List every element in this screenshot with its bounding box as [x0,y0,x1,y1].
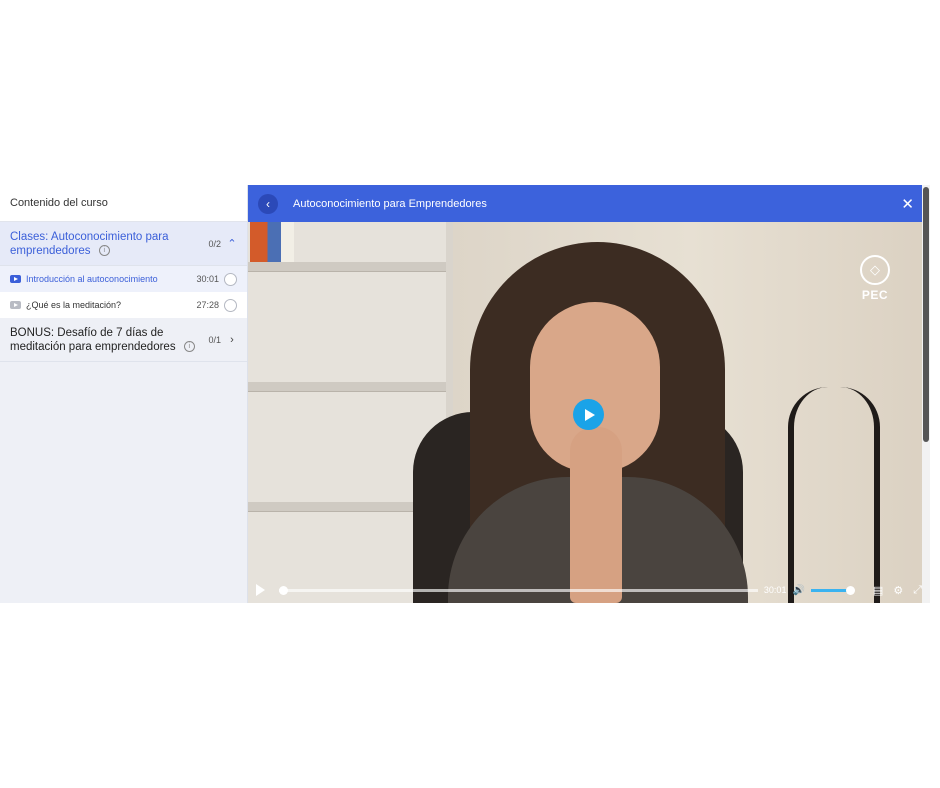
lesson-complete-checkbox[interactable] [224,272,237,286]
sidebar-header: Contenido del curso [0,185,247,222]
info-icon[interactable]: i [183,340,195,352]
chevron-up-icon[interactable]: ⌃ [227,237,237,250]
section-progress-count: 0/2 [208,238,221,249]
close-icon: ✕ [901,195,914,213]
section-title: Clases: Autoconocimiento para emprendedo… [10,230,169,257]
lesson-title: ¿Qué es la meditación? [26,300,122,310]
back-button[interactable]: ‹ [258,193,278,214]
section-title: BONUS: Desafío de 7 días de meditación p… [10,326,208,354]
video-icon [10,275,21,283]
shelf [248,262,453,272]
play-icon[interactable] [256,584,265,596]
close-button[interactable]: ✕ [901,195,914,213]
fullscreen-icon[interactable]: ⤢ [913,584,922,597]
brand-watermark: ◇ PEC [854,255,896,302]
section-clases[interactable]: Clases: Autoconocimiento para emprendedo… [0,222,247,266]
chevron-left-icon: ‹ [266,196,270,211]
lesson-item-meditacion[interactable]: ¿Qué es la meditación? 27:28 [0,292,247,318]
course-sidebar: Contenido del curso Clases: Autoconocimi… [0,185,248,603]
scrollbar[interactable] [922,185,930,603]
course-app: Contenido del curso Clases: Autoconocimi… [0,185,940,603]
lesson-item-introduccion[interactable]: Introducción al autoconocimiento 30:01 [0,266,247,292]
lamp-decoration [788,387,880,603]
chevron-right-icon[interactable]: › [227,334,237,346]
player-controls: 30:01 🔊 ▤ ⚙ ⤢ [248,577,930,603]
course-title: Autoconocimiento para Emprendedores [293,197,487,210]
section-progress-count: 0/1 [208,334,221,345]
progress-bar[interactable] [279,585,758,595]
shelf [248,382,453,392]
info-icon[interactable]: i [98,244,110,256]
captions-icon[interactable]: ▤ [873,584,883,597]
lesson-complete-checkbox[interactable] [224,298,237,312]
player-topbar: ‹ Autoconocimiento para Emprendedores ✕ [248,185,930,222]
video-frame[interactable]: ◇ PEC 30:01 🔊 ▤ ⚙ ⤢ [248,222,930,603]
watermark-text: PEC [861,288,889,302]
section-bonus[interactable]: BONUS: Desafío de 7 días de meditación p… [0,318,247,362]
scrollbar-thumb[interactable] [923,187,929,442]
volume-icon[interactable]: 🔊 [792,585,804,596]
volume-knob[interactable] [845,585,855,595]
lesson-duration: 30:01 [196,274,219,284]
time-display: 30:01 [763,585,787,595]
video-icon [10,301,21,309]
logo-icon: ◇ [860,255,890,285]
books-decoration [250,222,294,262]
lesson-title: Introducción al autoconocimiento [26,274,158,284]
lesson-duration: 27:28 [196,300,219,310]
progress-knob[interactable] [279,585,288,595]
big-play-button[interactable] [573,399,604,430]
volume-slider[interactable] [810,585,855,595]
gear-icon[interactable]: ⚙ [893,584,903,597]
video-player: ‹ Autoconocimiento para Emprendedores ✕ … [248,185,930,603]
